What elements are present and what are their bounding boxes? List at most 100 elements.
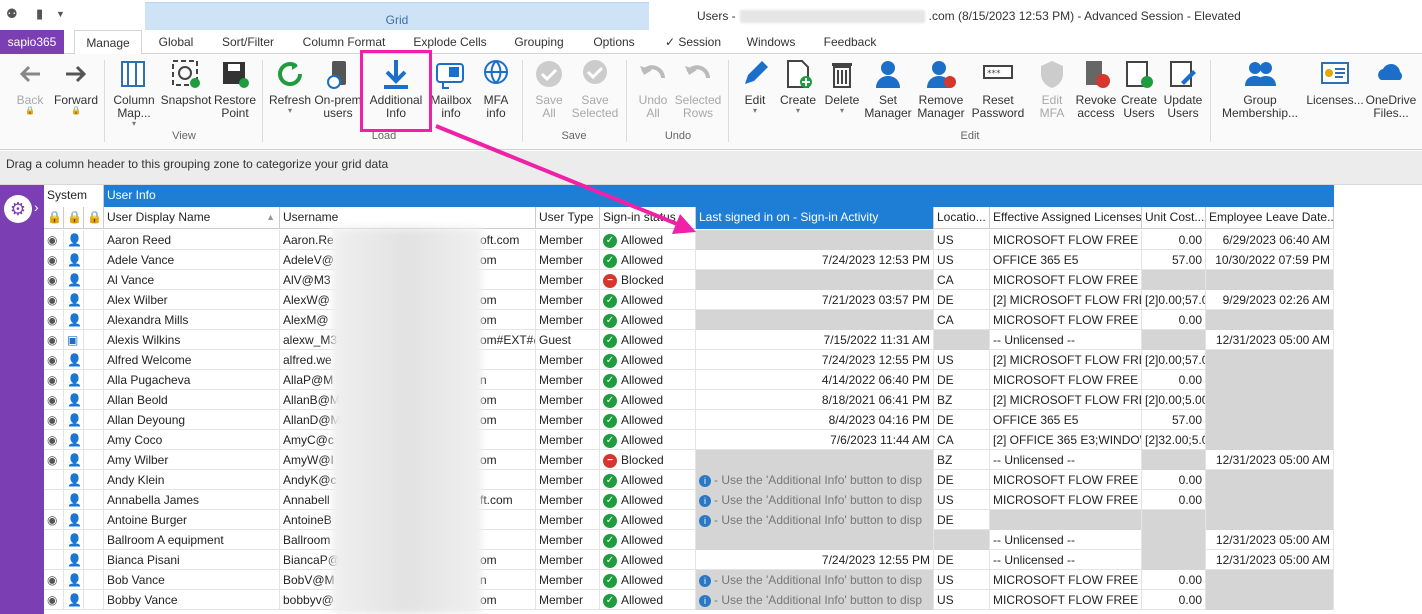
lock-column-icon[interactable]: 🔒 <box>64 207 84 229</box>
lock-column-icon[interactable]: 🔒 <box>44 207 64 229</box>
cell-last-signed-in[interactable]: i- Use the 'Additional Info' button to d… <box>696 590 934 610</box>
cell-user-type[interactable]: Member <box>536 390 600 410</box>
cell-sign-in-status[interactable]: ✓ Allowed <box>600 470 696 490</box>
cell-last-signed-in[interactable]: i- Use the 'Additional Info' button to d… <box>696 510 934 530</box>
table-row[interactable]: ◉ 👤 Alfred Welcome alfred.we Member ✓ Allowed 7… <box>44 350 1334 370</box>
tab-options[interactable]: Options <box>584 30 644 54</box>
cell-location[interactable]: US <box>934 250 990 270</box>
cell-last-signed-in[interactable] <box>696 310 934 330</box>
cell-licenses[interactable]: -- Unlicensed -- <box>990 550 1142 570</box>
cell-unit-cost[interactable] <box>1142 450 1206 470</box>
revoke-access-button[interactable]: Revoke access <box>1074 58 1118 120</box>
row-selector-icon[interactable]: ◉ <box>44 430 64 450</box>
row-selector-icon[interactable]: ◉ <box>44 590 64 610</box>
table-row[interactable]: ◉ 👤 Al Vance AlV@M3 Member − Blocked CA MICROSOF… <box>44 270 1334 290</box>
cell-user-type[interactable]: Member <box>536 550 600 570</box>
grouping-zone[interactable]: Drag a column header to this grouping zo… <box>0 151 1422 185</box>
cell-licenses[interactable]: MICROSOFT FLOW FREE <box>990 470 1142 490</box>
cell-unit-cost[interactable]: 0.00 <box>1142 230 1206 250</box>
cell-display-name[interactable]: Alexandra Mills <box>104 310 280 330</box>
set-manager-button[interactable]: Set Manager <box>864 58 912 120</box>
cell-licenses[interactable]: OFFICE 365 E5 <box>990 250 1142 270</box>
cell-user-type[interactable]: Member <box>536 230 600 250</box>
cell-location[interactable]: US <box>934 350 990 370</box>
cell-leave-date[interactable]: 10/30/2022 07:59 PM <box>1206 250 1334 270</box>
cell-location[interactable]: US <box>934 490 990 510</box>
row-selector-icon[interactable]: ◉ <box>44 310 64 330</box>
cell-sign-in-status[interactable]: ✓ Allowed <box>600 410 696 430</box>
cell-user-type[interactable]: Member <box>536 510 600 530</box>
column-location[interactable]: Locatio... <box>934 207 990 229</box>
cell-display-name[interactable]: Ballroom A equipment <box>104 530 280 550</box>
cell-unit-cost[interactable]: 0.00 <box>1142 590 1206 610</box>
snapshot-button[interactable]: Snapshot <box>160 58 212 107</box>
cell-display-name[interactable]: Alfred Welcome <box>104 350 280 370</box>
cell-licenses[interactable]: OFFICE 365 E5 <box>990 410 1142 430</box>
cell-user-type[interactable]: Member <box>536 470 600 490</box>
cell-user-type[interactable]: Member <box>536 290 600 310</box>
cell-last-signed-in[interactable] <box>696 450 934 470</box>
cell-location[interactable]: DE <box>934 470 990 490</box>
cell-user-type[interactable]: Member <box>536 350 600 370</box>
cell-sign-in-status[interactable]: ✓ Allowed <box>600 250 696 270</box>
cell-user-type[interactable]: Member <box>536 570 600 590</box>
cell-leave-date[interactable] <box>1206 430 1334 450</box>
cell-leave-date[interactable] <box>1206 410 1334 430</box>
cell-user-type[interactable]: Guest <box>536 330 600 350</box>
cell-unit-cost[interactable]: 0.00 <box>1142 370 1206 390</box>
cell-location[interactable]: DE <box>934 550 990 570</box>
row-selector-icon[interactable]: ◉ <box>44 570 64 590</box>
table-row[interactable]: ◉ 👤 Alex Wilber AlexW@ om Member ✓ Allowed 7/21/… <box>44 290 1334 310</box>
cell-location[interactable]: DE <box>934 410 990 430</box>
cell-user-type[interactable]: Member <box>536 250 600 270</box>
band-system[interactable]: System <box>44 185 104 207</box>
column-employee-leave-date[interactable]: Employee Leave Date... <box>1206 207 1334 229</box>
cell-user-type[interactable]: Member <box>536 370 600 390</box>
cell-leave-date[interactable]: 12/31/2023 05:00 AM <box>1206 450 1334 470</box>
cell-last-signed-in[interactable]: 7/6/2023 11:44 AM <box>696 430 934 450</box>
cell-leave-date[interactable]: 12/31/2023 05:00 AM <box>1206 330 1334 350</box>
mailbox-info-button[interactable]: Mailbox info <box>428 58 474 120</box>
row-selector-icon[interactable]: ◉ <box>44 270 64 290</box>
cell-sign-in-status[interactable]: ✓ Allowed <box>600 430 696 450</box>
cell-licenses[interactable]: MICROSOFT FLOW FREE <box>990 370 1142 390</box>
delete-button[interactable]: Delete ▾ <box>820 58 864 115</box>
undo-all-button[interactable]: Undo All <box>632 58 674 120</box>
cell-location[interactable]: US <box>934 590 990 610</box>
cell-display-name[interactable]: Allan Beold <box>104 390 280 410</box>
create-button[interactable]: Create ▾ <box>776 58 820 115</box>
cell-location[interactable]: US <box>934 570 990 590</box>
cell-last-signed-in[interactable]: 4/14/2022 06:40 PM <box>696 370 934 390</box>
cell-location[interactable]: CA <box>934 270 990 290</box>
table-row[interactable]: 👤 Bianca Pisani BiancaP@ om Member ✓ Allowed 7/… <box>44 550 1334 570</box>
forward-button[interactable]: Forward 🔒 <box>52 58 100 115</box>
cell-licenses[interactable]: MICROSOFT FLOW FREE <box>990 570 1142 590</box>
restore-point-button[interactable]: Restore Point <box>212 58 258 120</box>
cell-last-signed-in[interactable]: 8/4/2023 04:16 PM <box>696 410 934 430</box>
cell-location[interactable]: BZ <box>934 390 990 410</box>
cell-leave-date[interactable] <box>1206 370 1334 390</box>
reset-password-button[interactable]: *** Reset Password <box>968 58 1028 120</box>
cell-location[interactable]: DE <box>934 510 990 530</box>
remove-manager-button[interactable]: Remove Manager <box>914 58 968 120</box>
row-selector-icon[interactable]: ◉ <box>44 450 64 470</box>
cell-leave-date[interactable] <box>1206 470 1334 490</box>
cell-licenses[interactable]: [2] MICROSOFT FLOW FREE; <box>990 390 1142 410</box>
cell-sign-in-status[interactable]: − Blocked <box>600 270 696 290</box>
tab-session[interactable]: ✓ Session <box>660 30 726 54</box>
cell-location[interactable] <box>934 330 990 350</box>
band-user-info[interactable]: User Info <box>104 185 1334 207</box>
cell-location[interactable]: BZ <box>934 450 990 470</box>
tab-grouping[interactable]: Grouping <box>503 30 575 54</box>
tab-global[interactable]: Global <box>148 30 204 54</box>
cell-display-name[interactable]: Amy Wilber <box>104 450 280 470</box>
row-selector[interactable] <box>44 530 64 550</box>
cell-leave-date[interactable]: 9/29/2023 02:26 AM <box>1206 290 1334 310</box>
quick-access-dropdown-icon[interactable]: ▼ <box>56 9 65 19</box>
cell-licenses[interactable]: MICROSOFT FLOW FREE <box>990 270 1142 290</box>
table-row[interactable]: ◉ 👤 Antoine Burger AntoineB Member ✓ Allowed i -… <box>44 510 1334 530</box>
cell-unit-cost[interactable]: 0.00 <box>1142 490 1206 510</box>
row-selector-icon[interactable]: ◉ <box>44 290 64 310</box>
row-selector-icon[interactable]: ◉ <box>44 390 64 410</box>
table-row[interactable]: ◉ 👤 Bobby Vance bobbyv@ om Member ✓ Allowed i - U… <box>44 590 1334 610</box>
